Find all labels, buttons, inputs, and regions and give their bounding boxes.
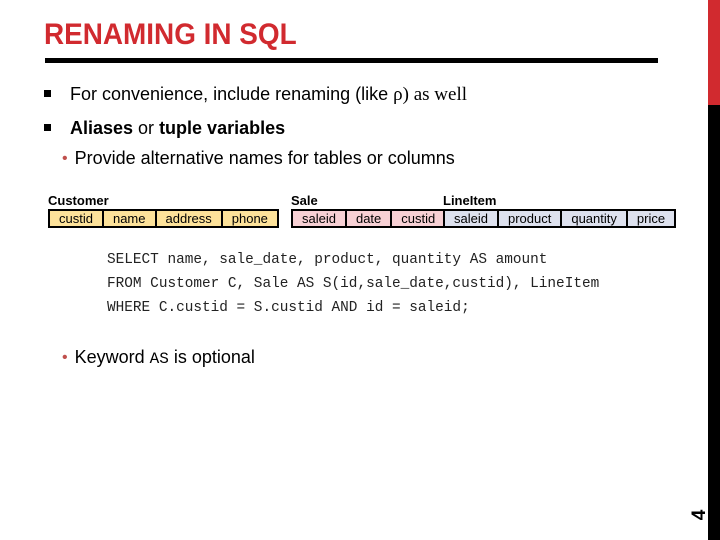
table-name: LineItem bbox=[443, 193, 497, 208]
column-cell: product bbox=[498, 211, 561, 226]
bullet-text: or bbox=[133, 118, 160, 138]
schema-table-customer: Customer custid name address phone bbox=[48, 193, 279, 228]
column-cell: price bbox=[627, 211, 675, 226]
slide-title: RENAMING IN SQL bbox=[44, 18, 297, 51]
dot-bullet-icon: • bbox=[62, 349, 68, 366]
sql-line: WHERE C.custid = S.custid AND id = salei… bbox=[107, 300, 470, 316]
bullet-text-serif: ρ) as well bbox=[393, 84, 468, 105]
schema-table-sale: Sale saleid date custid bbox=[291, 193, 447, 228]
bullet-aliases: Aliases or tuple variables bbox=[44, 118, 285, 139]
column-cell: saleid bbox=[445, 211, 497, 226]
side-accent-bar-red bbox=[708, 0, 720, 105]
keyword-code: AS bbox=[149, 350, 169, 368]
sub-bullet-alternative-names: • Provide alternative names for tables or… bbox=[62, 148, 455, 169]
column-cell: phone bbox=[222, 211, 277, 226]
bullet-convenience: For convenience, include renaming (like … bbox=[44, 84, 467, 106]
page-number: 4 bbox=[689, 509, 710, 521]
sub-bullet-text: Provide alternative names for tables or … bbox=[74, 148, 455, 168]
title-underline bbox=[45, 58, 658, 63]
side-accent-bar-black bbox=[708, 105, 720, 540]
bullet-text: For convenience, include renaming (like bbox=[70, 84, 394, 104]
column-cell: custid bbox=[50, 211, 102, 226]
column-cell: name bbox=[103, 211, 155, 226]
schema-table-lineitem: LineItem saleid product quantity price bbox=[443, 193, 677, 228]
column-cell: date bbox=[346, 211, 391, 226]
table-name: Customer bbox=[48, 193, 109, 208]
dot-bullet-icon: • bbox=[62, 150, 68, 167]
table-columns: saleid product quantity price bbox=[443, 209, 677, 228]
term-tuple-variables: tuple variables bbox=[159, 118, 286, 138]
term-aliases: Aliases bbox=[70, 118, 134, 138]
column-cell: quantity bbox=[562, 211, 626, 226]
square-bullet-icon bbox=[44, 123, 51, 131]
column-cell: saleid bbox=[293, 211, 345, 226]
sub-bullet-text: is optional bbox=[168, 347, 255, 367]
column-cell: custid bbox=[392, 211, 445, 226]
table-columns: saleid date custid bbox=[291, 209, 447, 228]
column-cell: address bbox=[156, 211, 221, 226]
table-columns: custid name address phone bbox=[48, 209, 279, 228]
sql-line: SELECT name, sale_date, product, quantit… bbox=[107, 252, 548, 268]
sub-bullet-keyword-as: • Keyword AS is optional bbox=[62, 347, 255, 368]
sql-code-block: SELECT name, sale_date, product, quantit… bbox=[107, 248, 599, 320]
sub-bullet-text: Keyword bbox=[74, 347, 150, 367]
sql-line: FROM Customer C, Sale AS S(id,sale_date,… bbox=[107, 276, 600, 292]
table-name: Sale bbox=[291, 193, 318, 208]
square-bullet-icon bbox=[44, 89, 51, 97]
